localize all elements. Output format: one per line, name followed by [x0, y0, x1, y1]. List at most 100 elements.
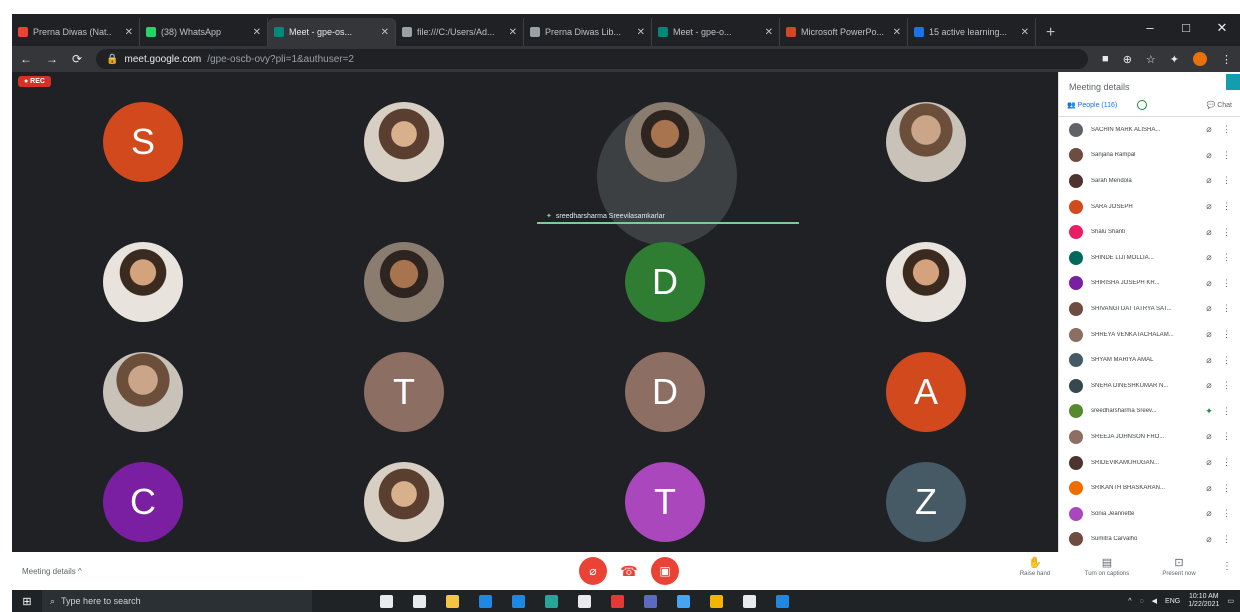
participant-video-tile[interactable]: [364, 242, 444, 322]
windows-start-icon[interactable]: ⊞: [12, 595, 42, 608]
participant-row[interactable]: Sonia Jeannette ⌀ ⋮: [1059, 501, 1240, 527]
browser-tab[interactable]: Prerna Diwas Lib... ✕: [524, 18, 652, 46]
participant-more-icon[interactable]: ⋮: [1222, 252, 1231, 263]
participant-initial-tile[interactable]: S: [103, 102, 183, 182]
tab-close-icon[interactable]: ✕: [381, 27, 389, 38]
zoom-icon[interactable]: ⊕: [1123, 53, 1132, 66]
tab-close-icon[interactable]: ✕: [1021, 27, 1029, 38]
participant-initial-tile[interactable]: D: [625, 242, 705, 322]
more-options-icon[interactable]: ⋮: [1222, 561, 1232, 572]
participant-more-icon[interactable]: ⋮: [1222, 329, 1231, 340]
browser-tab[interactable]: Prerna Diwas (Nat.. ✕: [12, 18, 140, 46]
participant-row[interactable]: SHIRISHA JOSEPH KR... ⌀ ⋮: [1059, 271, 1240, 297]
participant-video-tile[interactable]: [886, 102, 966, 182]
mic-muted-icon[interactable]: ⌀: [1204, 278, 1214, 289]
participant-more-icon[interactable]: ⋮: [1222, 303, 1231, 314]
bookmark-star-icon[interactable]: ☆: [1146, 53, 1156, 66]
camera-off-button[interactable]: ▣: [651, 557, 679, 585]
participant-more-icon[interactable]: ⋮: [1222, 227, 1231, 238]
browser-tab[interactable]: (38) WhatsApp ✕: [140, 18, 268, 46]
present-now-button[interactable]: ⊡ Present now: [1150, 556, 1208, 577]
participant-more-icon[interactable]: ⋮: [1222, 457, 1231, 468]
new-tab-button[interactable]: +: [1036, 24, 1065, 46]
participant-more-icon[interactable]: ⋮: [1222, 278, 1231, 289]
mic-muted-icon[interactable]: ⌀: [1204, 483, 1214, 494]
participant-row[interactable]: SHYAM MARIYA AMAL ⌀ ⋮: [1059, 347, 1240, 373]
profile-avatar[interactable]: [1193, 52, 1207, 66]
participant-initial-tile[interactable]: A: [886, 352, 966, 432]
tab-people[interactable]: 👥 People (116): [1067, 101, 1117, 109]
taskbar-app-icon[interactable]: [545, 594, 558, 608]
participant-more-icon[interactable]: ⋮: [1222, 483, 1231, 494]
taskbar-app-icon[interactable]: [413, 594, 426, 608]
taskbar-app-icon[interactable]: [446, 594, 459, 608]
maximize-icon[interactable]: □: [1168, 14, 1204, 42]
participant-initial-tile[interactable]: T: [625, 462, 705, 542]
browser-tab[interactable]: Meet - gpe-os... ✕: [268, 18, 396, 46]
browser-tab[interactable]: file:///C:/Users/Ad... ✕: [396, 18, 524, 46]
extensions-icon[interactable]: ✦: [1170, 53, 1179, 66]
mic-muted-icon[interactable]: ⌀: [1204, 252, 1214, 263]
mic-muted-icon[interactable]: ⌀: [1204, 431, 1214, 442]
meeting-details-button[interactable]: Meeting details ^: [22, 567, 82, 576]
mic-off-button[interactable]: ⌀: [579, 557, 607, 585]
tray-chevron-icon[interactable]: ^: [1128, 598, 1131, 605]
tab-chat[interactable]: 💬 Chat: [1207, 101, 1232, 109]
activities-icon[interactable]: [1137, 100, 1148, 110]
mic-muted-icon[interactable]: ⌀: [1204, 175, 1214, 186]
mic-muted-icon[interactable]: ⌀: [1204, 303, 1214, 314]
participant-row[interactable]: sreedharsharma Sreev... ✦ ⋮: [1059, 399, 1240, 425]
participant-more-icon[interactable]: ⋮: [1222, 508, 1231, 519]
tab-close-icon[interactable]: ✕: [125, 27, 133, 38]
network-icon[interactable]: ◌: [1139, 598, 1143, 605]
participant-more-icon[interactable]: ⋮: [1222, 355, 1231, 366]
participant-row[interactable]: Shalu Shanti ⌀ ⋮: [1059, 219, 1240, 245]
participant-row[interactable]: Sumitra Carvalho ⌀ ⋮: [1059, 527, 1240, 553]
participant-row[interactable]: SHINDE LIJI MOLLIA... ⌀ ⋮: [1059, 245, 1240, 271]
taskbar-clock[interactable]: 10:10 AM 1/22/2021: [1188, 593, 1219, 609]
participant-initial-tile[interactable]: Z: [886, 462, 966, 542]
mic-on-icon[interactable]: ✦: [1204, 406, 1214, 417]
taskbar-app-icon[interactable]: [578, 594, 591, 608]
participant-more-icon[interactable]: ⋮: [1222, 380, 1231, 391]
participant-video-tile[interactable]: [364, 462, 444, 542]
taskbar-app-icon[interactable]: [380, 594, 393, 608]
tab-close-icon[interactable]: ✕: [253, 27, 261, 38]
browser-tab[interactable]: Microsoft PowerPo... ✕: [780, 18, 908, 46]
mic-muted-icon[interactable]: ⌀: [1204, 227, 1214, 238]
mic-muted-icon[interactable]: ⌀: [1204, 150, 1214, 161]
participant-video-tile[interactable]: [886, 242, 966, 322]
browser-tab[interactable]: 15 active learning... ✕: [908, 18, 1036, 46]
taskbar-app-icon[interactable]: [644, 594, 657, 608]
taskbar-search[interactable]: ⌕ Type here to search: [42, 590, 312, 612]
browser-tab[interactable]: Meet - gpe-o... ✕: [652, 18, 780, 46]
participant-row[interactable]: SNEHA DINESHKUMAR N... ⌀ ⋮: [1059, 373, 1240, 399]
taskbar-app-icon[interactable]: [776, 594, 789, 608]
participant-initial-tile[interactable]: T: [364, 352, 444, 432]
participant-row[interactable]: SHREYA VENKATACHALAM... ⌀ ⋮: [1059, 322, 1240, 348]
taskbar-app-icon[interactable]: [512, 594, 525, 608]
participant-video-tile[interactable]: [625, 102, 705, 182]
participant-more-icon[interactable]: ⋮: [1222, 124, 1231, 135]
minimize-icon[interactable]: –: [1132, 14, 1168, 42]
forward-icon[interactable]: →: [46, 52, 58, 66]
raise-hand-button[interactable]: ✋ Raise hand: [1006, 556, 1064, 577]
participant-more-icon[interactable]: ⋮: [1222, 201, 1231, 212]
taskbar-app-icon[interactable]: [479, 594, 492, 608]
taskbar-app-icon[interactable]: [611, 594, 624, 608]
mic-muted-icon[interactable]: ⌀: [1204, 355, 1214, 366]
participant-more-icon[interactable]: ⋮: [1222, 431, 1231, 442]
mic-muted-icon[interactable]: ⌀: [1204, 508, 1214, 519]
mic-muted-icon[interactable]: ⌀: [1204, 124, 1214, 135]
participant-more-icon[interactable]: ⋮: [1222, 150, 1231, 161]
mic-muted-icon[interactable]: ⌀: [1204, 201, 1214, 212]
participant-video-tile[interactable]: [103, 242, 183, 322]
tab-close-icon[interactable]: ✕: [765, 27, 773, 38]
participant-video-tile[interactable]: [364, 102, 444, 182]
participant-row[interactable]: SREEJA JOHNSON FRO... ⌀ ⋮: [1059, 424, 1240, 450]
mic-muted-icon[interactable]: ⌀: [1204, 457, 1214, 468]
volume-icon[interactable]: ◀: [1152, 597, 1157, 605]
taskbar-app-icon[interactable]: [710, 594, 723, 608]
notifications-icon[interactable]: ▭: [1227, 597, 1234, 605]
tab-close-icon[interactable]: ✕: [637, 27, 645, 38]
